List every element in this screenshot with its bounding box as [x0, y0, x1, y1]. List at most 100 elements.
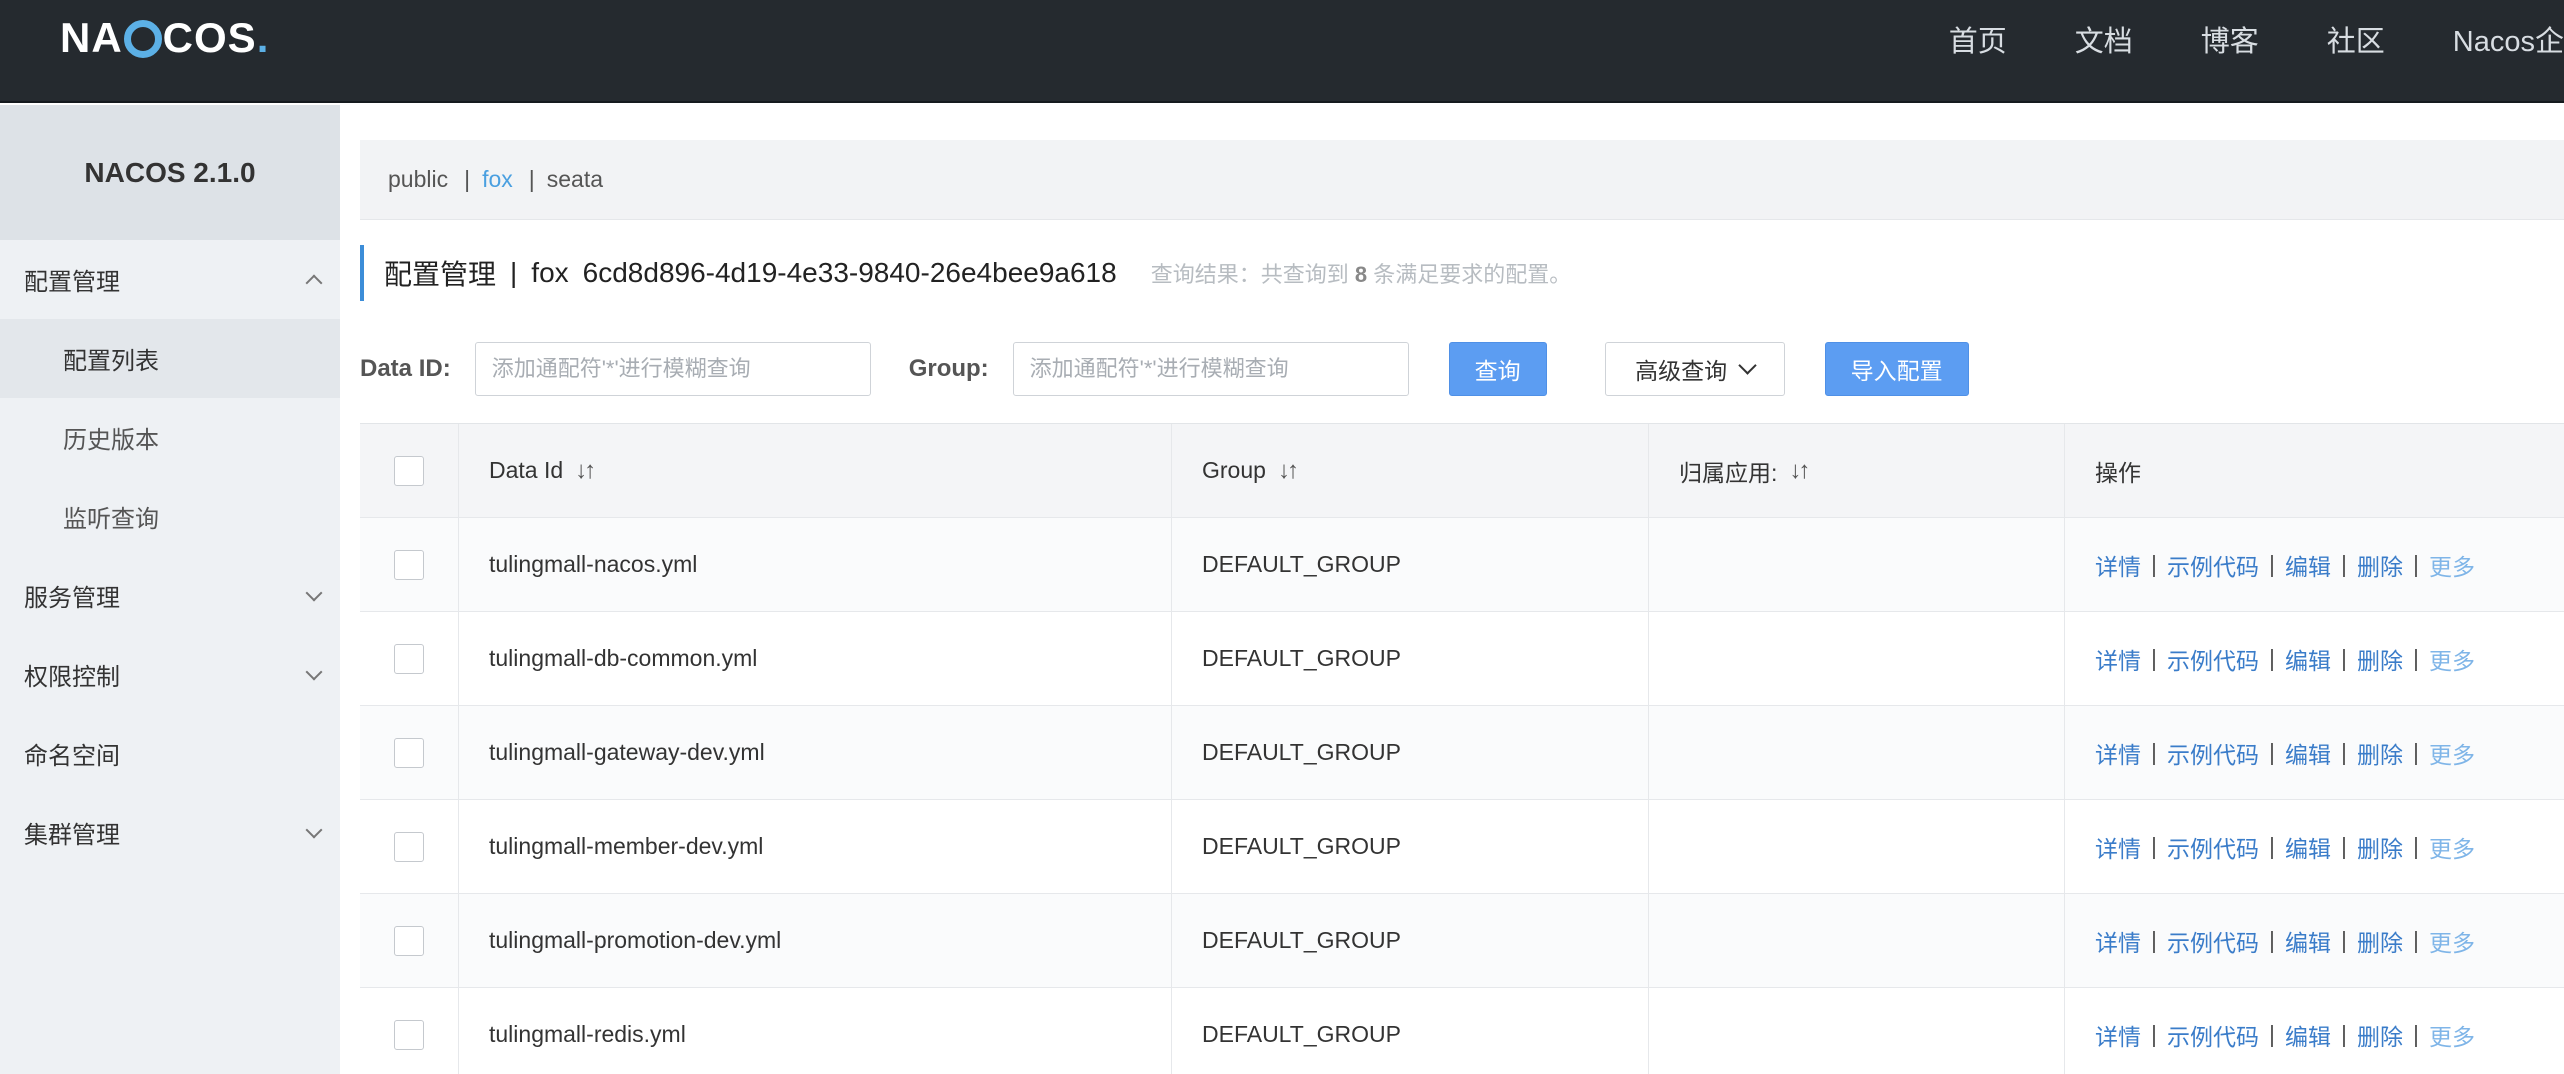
logo-dot: . — [256, 14, 270, 61]
nacos-logo[interactable]: NA COS. — [60, 12, 269, 64]
action-edit-link[interactable]: 编辑 — [2285, 1018, 2331, 1052]
row-checkbox[interactable] — [394, 925, 424, 956]
action-separator: | — [2151, 927, 2157, 953]
namespace-public[interactable]: public — [388, 166, 448, 193]
config-table: Data Id ↓↑ Group ↓↑ 归属应用: ↓↑ 操作 tulingma… — [360, 423, 2564, 1074]
row-checkbox[interactable] — [394, 831, 424, 862]
action-sample-code-link[interactable]: 示例代码 — [2167, 924, 2259, 958]
action-detail-link[interactable]: 详情 — [2095, 642, 2141, 676]
action-detail-link[interactable]: 详情 — [2095, 548, 2141, 582]
action-delete-link[interactable]: 删除 — [2357, 548, 2403, 582]
namespace-seata[interactable]: seata — [547, 166, 603, 193]
cell-data-id: tulingmall-redis.yml — [459, 988, 1172, 1074]
sort-icon[interactable]: ↓↑ — [575, 457, 596, 485]
action-edit-link[interactable]: 编辑 — [2285, 830, 2331, 864]
column-header-app[interactable]: 归属应用: ↓↑ — [1649, 424, 2065, 517]
sidebar-item-service-management[interactable]: 服务管理 — [0, 556, 340, 635]
action-sample-code-link[interactable]: 示例代码 — [2167, 830, 2259, 864]
sidebar-item-cluster-management[interactable]: 集群管理 — [0, 793, 340, 872]
sidebar-item-listener-query[interactable]: 监听查询 — [0, 477, 340, 556]
nav-community[interactable]: 社区 — [2327, 18, 2385, 60]
column-header-group[interactable]: Group ↓↑ — [1172, 424, 1649, 517]
table-row: tulingmall-db-common.yml DEFAULT_GROUP 详情 |… — [360, 612, 2564, 706]
nav-enterprise[interactable]: Nacos企 — [2453, 18, 2564, 60]
page-title-namespace: fox — [531, 257, 569, 288]
row-checkbox-cell — [360, 706, 459, 799]
sidebar-item-label: 集群管理 — [24, 822, 120, 849]
sidebar-item-history[interactable]: 历史版本 — [0, 398, 340, 477]
import-config-button[interactable]: 导入配置 — [1824, 342, 1969, 396]
sort-icon[interactable]: ↓↑ — [1789, 457, 1810, 485]
action-detail-link[interactable]: 详情 — [2095, 924, 2141, 958]
sort-icon[interactable]: ↓↑ — [1278, 457, 1299, 485]
action-separator: | — [2412, 551, 2419, 577]
sidebar-item-label: 命名空间 — [24, 743, 120, 770]
cell-app — [1649, 894, 2065, 987]
action-delete-link[interactable]: 删除 — [2357, 1018, 2403, 1052]
action-more-link[interactable]: 更多 — [2429, 548, 2475, 582]
select-all-checkbox[interactable] — [394, 455, 424, 486]
query-button[interactable]: 查询 — [1448, 342, 1547, 396]
action-separator: | — [2340, 927, 2347, 953]
row-checkbox[interactable] — [394, 1019, 424, 1050]
action-sample-code-link[interactable]: 示例代码 — [2167, 642, 2259, 676]
action-more-link[interactable]: 更多 — [2429, 924, 2475, 958]
sidebar-item-namespace[interactable]: 命名空间 — [0, 714, 340, 793]
nav-home[interactable]: 首页 — [1949, 18, 2007, 60]
action-more-link[interactable]: 更多 — [2429, 642, 2475, 676]
sidebar-item-config-list[interactable]: 配置列表 — [0, 319, 340, 398]
action-more-link[interactable]: 更多 — [2429, 1018, 2475, 1052]
group-input[interactable] — [1012, 342, 1409, 396]
cell-actions: 详情 | 示例代码 | 编辑 | 删除 | 更多 — [2065, 894, 2564, 987]
action-edit-link[interactable]: 编辑 — [2285, 924, 2331, 958]
cell-group: DEFAULT_GROUP — [1172, 518, 1649, 611]
column-header-data-id[interactable]: Data Id ↓↑ — [459, 424, 1172, 517]
action-delete-link[interactable]: 删除 — [2357, 924, 2403, 958]
action-detail-link[interactable]: 详情 — [2095, 830, 2141, 864]
sidebar-item-label: 监听查询 — [63, 506, 159, 533]
chevron-down-icon — [1738, 355, 1757, 375]
action-separator: | — [2412, 739, 2419, 765]
group-label: Group: — [908, 355, 989, 382]
action-separator: | — [2151, 1021, 2157, 1047]
action-separator: | — [2340, 551, 2347, 577]
action-delete-link[interactable]: 删除 — [2357, 830, 2403, 864]
cell-app — [1649, 988, 2065, 1074]
table-row: tulingmall-nacos.yml DEFAULT_GROUP 详情 | 示例代码… — [360, 518, 2564, 612]
data-id-input[interactable] — [474, 342, 871, 396]
action-delete-link[interactable]: 删除 — [2357, 642, 2403, 676]
action-detail-link[interactable]: 详情 — [2095, 1018, 2141, 1052]
action-sample-code-link[interactable]: 示例代码 — [2167, 1018, 2259, 1052]
action-separator: | — [2412, 1021, 2419, 1047]
cell-actions: 详情 | 示例代码 | 编辑 | 删除 | 更多 — [2065, 988, 2564, 1074]
sidebar-item-label: 服务管理 — [24, 585, 120, 612]
search-form: Data ID: Group: 查询 高级查询 导入配置 — [360, 341, 1969, 397]
row-checkbox-cell — [360, 612, 459, 705]
row-checkbox[interactable] — [394, 643, 424, 674]
namespace-fox[interactable]: fox — [482, 166, 513, 193]
row-checkbox[interactable] — [394, 737, 424, 768]
action-delete-link[interactable]: 删除 — [2357, 736, 2403, 770]
action-more-link[interactable]: 更多 — [2429, 830, 2475, 864]
action-edit-link[interactable]: 编辑 — [2285, 642, 2331, 676]
row-checkbox-cell — [360, 988, 459, 1074]
action-separator: | — [2340, 739, 2347, 765]
action-edit-link[interactable]: 编辑 — [2285, 548, 2331, 582]
row-checkbox-cell — [360, 894, 459, 987]
nav-blog[interactable]: 博客 — [2201, 18, 2259, 60]
row-checkbox[interactable] — [394, 549, 424, 580]
action-detail-link[interactable]: 详情 — [2095, 736, 2141, 770]
sidebar-item-access-control[interactable]: 权限控制 — [0, 635, 340, 714]
page-title-section: 配置管理 — [384, 259, 497, 290]
action-more-link[interactable]: 更多 — [2429, 736, 2475, 770]
action-sample-code-link[interactable]: 示例代码 — [2167, 548, 2259, 582]
action-edit-link[interactable]: 编辑 — [2285, 736, 2331, 770]
table-header-row: Data Id ↓↑ Group ↓↑ 归属应用: ↓↑ 操作 — [360, 424, 2564, 518]
nav-docs[interactable]: 文档 — [2075, 18, 2133, 60]
cell-actions: 详情 | 示例代码 | 编辑 | 删除 | 更多 — [2065, 706, 2564, 799]
sidebar-item-config-management[interactable]: 配置管理 — [0, 240, 340, 319]
import-config-label: 导入配置 — [1850, 358, 1943, 384]
advanced-query-button[interactable]: 高级查询 — [1604, 342, 1785, 396]
action-sample-code-link[interactable]: 示例代码 — [2167, 736, 2259, 770]
action-separator: | — [2151, 739, 2157, 765]
